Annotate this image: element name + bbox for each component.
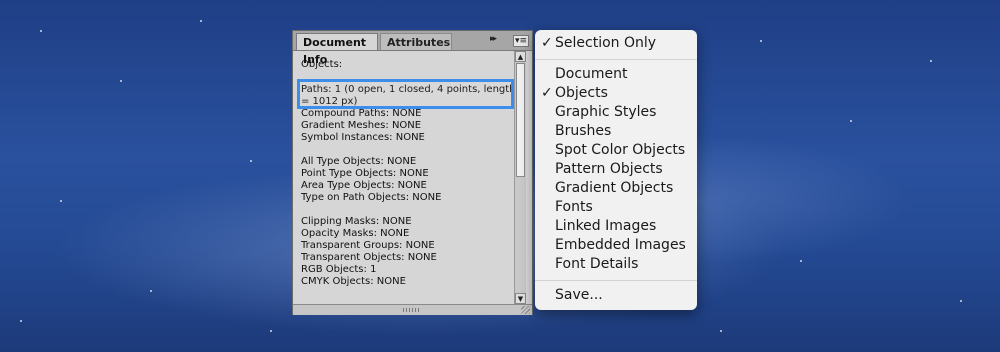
info-line-clipping-masks: Clipping Masks: NONE [301, 216, 412, 227]
document-info-panel: Document Info Attributes ▸▸ ▾≡ Objects: … [292, 30, 533, 315]
panel-scrollbar[interactable]: ▲ ▼ [514, 51, 526, 304]
menu-item-font-details[interactable]: Font Details [555, 255, 638, 273]
info-line-area-type-objects: Area Type Objects: NONE [301, 180, 427, 191]
info-line-rgb-objects: RGB Objects: 1 [301, 264, 377, 275]
tab-attributes[interactable]: Attributes [380, 33, 452, 50]
info-line-objects-heading: Objects: [301, 59, 343, 70]
menu-item-selection-only[interactable]: Selection Only [555, 34, 656, 52]
info-line-cmyk-objects: CMYK Objects: NONE [301, 276, 406, 287]
menu-item-objects[interactable]: Objects [555, 84, 608, 102]
menu-item-save[interactable]: Save... [555, 286, 603, 304]
info-line-transparent-objects: Transparent Objects: NONE [301, 252, 437, 263]
menu-item-fonts[interactable]: Fonts [555, 198, 593, 216]
checkmark-icon: ✓ [541, 85, 553, 101]
info-line-compound-paths: Compound Paths: NONE [301, 108, 422, 119]
menu-item-gradient-objects[interactable]: Gradient Objects [555, 179, 673, 197]
menu-item-spot-color-objects[interactable]: Spot Color Objects [555, 141, 685, 159]
menu-item-graphic-styles[interactable]: Graphic Styles [555, 103, 656, 121]
menu-item-linked-images[interactable]: Linked Images [555, 217, 656, 235]
info-line-all-type-objects: All Type Objects: NONE [301, 156, 417, 167]
info-line-point-type-objects: Point Type Objects: NONE [301, 168, 429, 179]
panel-grip-icon[interactable] [403, 308, 421, 312]
panel-flyout-menu: ✓ Selection Only Document ✓ Objects Grap… [535, 30, 697, 310]
tab-document-info[interactable]: Document Info [296, 33, 378, 66]
info-line-symbol-instances: Symbol Instances: NONE [301, 132, 425, 143]
panel-status-bar [293, 304, 532, 315]
menu-item-pattern-objects[interactable]: Pattern Objects [555, 160, 663, 178]
collapse-panel-icon[interactable]: ▸▸ [490, 34, 497, 44]
info-line-transparent-groups: Transparent Groups: NONE [301, 240, 435, 251]
checkmark-icon: ✓ [541, 35, 553, 51]
scrollbar-thumb[interactable] [516, 63, 525, 177]
panel-tab-bar: Document Info Attributes ▸▸ ▾≡ [293, 31, 532, 66]
paths-highlight-box [297, 79, 514, 109]
menu-item-document[interactable]: Document [555, 65, 628, 83]
scroll-up-arrow-icon[interactable]: ▲ [515, 51, 526, 62]
info-line-type-on-path-objects: Type on Path Objects: NONE [301, 192, 442, 203]
menu-item-embedded-images[interactable]: Embedded Images [555, 236, 686, 254]
info-line-gradient-meshes: Gradient Meshes: NONE [301, 120, 422, 131]
scroll-down-arrow-icon[interactable]: ▼ [515, 293, 526, 304]
menu-separator [535, 59, 697, 60]
menu-item-brushes[interactable]: Brushes [555, 122, 611, 140]
resize-handle-icon[interactable] [521, 306, 530, 314]
info-line-opacity-masks: Opacity Masks: NONE [301, 228, 410, 239]
panel-menu-icon[interactable]: ▾≡ [513, 35, 529, 47]
menu-separator [535, 280, 697, 281]
